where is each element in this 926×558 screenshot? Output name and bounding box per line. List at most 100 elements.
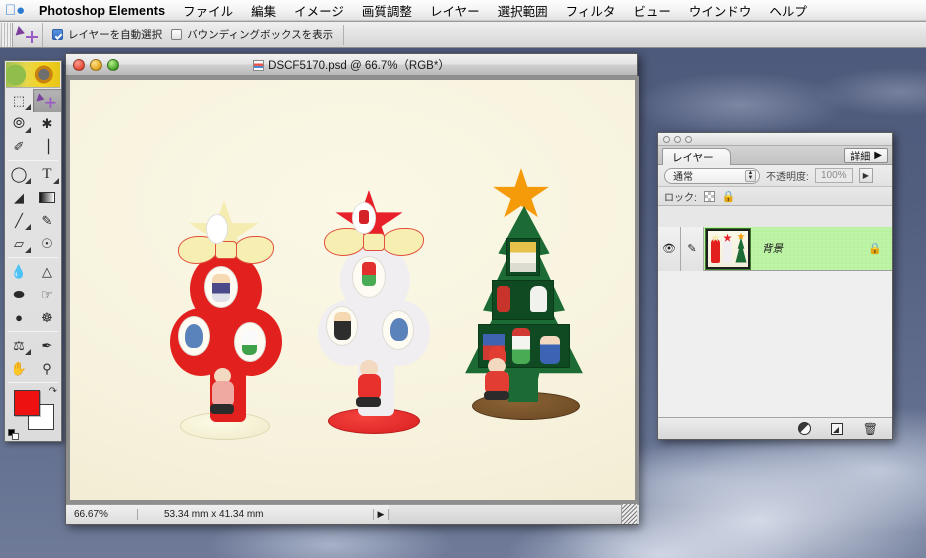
zoom-tool[interactable]: ⚲ bbox=[33, 357, 61, 380]
gradient-icon bbox=[39, 192, 55, 203]
green-tree-figure-d bbox=[512, 328, 530, 364]
green-tree-gift-stack bbox=[510, 242, 536, 272]
swap-colors-icon[interactable]: ↷ bbox=[49, 386, 57, 397]
palette-title-bar[interactable] bbox=[658, 133, 892, 146]
move-icon bbox=[36, 92, 57, 108]
palette-bottom-bar: 🗑 bbox=[658, 417, 892, 439]
marquee-tool[interactable]: ⬚ bbox=[5, 89, 33, 112]
menu-file[interactable]: ファイル bbox=[174, 1, 242, 20]
smudge-icon: ☞ bbox=[41, 287, 53, 302]
shape-tool[interactable]: ◯ bbox=[5, 163, 33, 186]
clone-stamp-icon: ⚖ bbox=[13, 338, 25, 353]
toolbox-divider-2 bbox=[8, 257, 58, 258]
clone-stamp-tool[interactable]: ⚖ bbox=[5, 334, 33, 357]
crop-tool[interactable]: ⎟ bbox=[33, 135, 61, 158]
paint-bucket-tool[interactable]: ◢ bbox=[5, 186, 33, 209]
palette-close-dot[interactable] bbox=[663, 135, 670, 143]
show-bounding-box-option[interactable]: バウンディングボックスを表示 bbox=[162, 27, 333, 42]
white-tree-ornament bbox=[306, 190, 446, 458]
white-tree-bow bbox=[324, 226, 424, 260]
menu-view[interactable]: ビュー bbox=[624, 1, 680, 20]
layers-list[interactable]: 👁 ✎ 背景 🔒 bbox=[658, 227, 892, 417]
menu-select[interactable]: 選択範囲 bbox=[489, 1, 557, 20]
palette-zoom-dot[interactable] bbox=[685, 135, 692, 143]
menu-filter[interactable]: フィルタ bbox=[557, 1, 625, 20]
image-canvas[interactable] bbox=[70, 80, 635, 500]
menu-window[interactable]: ウインドウ bbox=[680, 1, 761, 20]
menu-enhance[interactable]: 画質調整 bbox=[353, 1, 421, 20]
document-status-bar: 66.67% 53.34 mm x 41.34 mm ▶ bbox=[66, 504, 639, 524]
status-popup-arrow-icon[interactable]: ▶ bbox=[373, 509, 389, 520]
toolbox-grid-4: ⚖ ✒ ✋ ⚲ bbox=[5, 334, 61, 380]
eraser-tool[interactable]: ▱ bbox=[5, 232, 33, 255]
red-eye-tool[interactable]: ☉ bbox=[33, 232, 61, 255]
palette-more-button[interactable]: 詳細 ▶ bbox=[844, 148, 888, 163]
move-tool[interactable] bbox=[33, 89, 61, 112]
blur-tool[interactable]: 💧 bbox=[5, 260, 33, 283]
gradient-tool[interactable] bbox=[33, 186, 61, 209]
minimize-window-button[interactable] bbox=[90, 58, 102, 71]
lock-transparency-checker-icon[interactable] bbox=[703, 190, 715, 202]
foreground-color-swatch[interactable] bbox=[14, 390, 40, 416]
burn-tool[interactable]: ☸ bbox=[33, 306, 61, 329]
sponge-tool[interactable]: ⬬ bbox=[5, 283, 33, 306]
smudge-tool[interactable]: ☞ bbox=[33, 283, 61, 306]
auto-select-label: レイヤーを自動選択 bbox=[68, 29, 163, 41]
apple-logo-icon[interactable]: ● bbox=[0, 3, 30, 18]
toolbox-divider-4 bbox=[8, 382, 58, 383]
sharpen-tool[interactable]: △ bbox=[33, 260, 61, 283]
options-bar-grip[interactable] bbox=[1, 22, 13, 47]
menu-image[interactable]: イメージ bbox=[285, 1, 353, 20]
menu-layer[interactable]: レイヤー bbox=[421, 1, 489, 20]
tool-options-bar: レイヤーを自動選択 バウンディングボックスを表示 bbox=[0, 22, 926, 48]
blend-mode-stepper-icon[interactable]: ▲ ▼ bbox=[745, 169, 756, 182]
brush-tool[interactable]: ╱ bbox=[5, 209, 33, 232]
opacity-input[interactable]: 100% bbox=[814, 168, 853, 183]
palette-minimize-dot[interactable] bbox=[674, 135, 681, 143]
paintbrush-icon[interactable]: ✎ bbox=[681, 227, 704, 271]
red-eye-icon: ☉ bbox=[41, 236, 53, 251]
red-tree-santa-figure bbox=[210, 368, 236, 418]
default-colors-icon[interactable] bbox=[8, 429, 20, 441]
eyedropper-tool[interactable]: ✒ bbox=[33, 334, 61, 357]
trash-icon[interactable]: 🗑 bbox=[863, 422, 878, 436]
opacity-slider-arrow-icon[interactable]: ▶ bbox=[858, 168, 873, 183]
eye-icon[interactable]: 👁 bbox=[658, 227, 681, 271]
lasso-tool[interactable]: ⦾ bbox=[5, 112, 33, 135]
type-tool[interactable]: T bbox=[33, 163, 61, 186]
auto-select-layer-option[interactable]: レイヤーを自動選択 bbox=[43, 27, 162, 42]
dodge-tool[interactable]: ● bbox=[5, 306, 33, 329]
christmas-trees-thumbnail[interactable] bbox=[705, 227, 751, 270]
tab-layers[interactable]: レイヤー bbox=[662, 148, 731, 165]
opacity-label: 不透明度: bbox=[766, 172, 809, 183]
palette-tab-row: レイヤー 詳細 ▶ bbox=[658, 146, 892, 165]
green-tree-figure-b bbox=[530, 286, 547, 312]
app-name-menu[interactable]: Photoshop Elements bbox=[30, 4, 174, 18]
show-bounding-box-checkbox[interactable] bbox=[171, 29, 183, 40]
menu-edit[interactable]: 編集 bbox=[242, 1, 285, 20]
magic-wand-tool[interactable]: ✱ bbox=[33, 112, 61, 135]
window-resize-grip[interactable] bbox=[621, 504, 637, 524]
blend-mode-select[interactable]: 通常 ▲ ▼ bbox=[664, 167, 760, 184]
zoom-window-button[interactable] bbox=[107, 58, 119, 71]
close-window-button[interactable] bbox=[73, 58, 85, 71]
psd-document-icon bbox=[253, 59, 265, 71]
new-layer-button[interactable] bbox=[830, 422, 843, 435]
toolbox-divider-3 bbox=[8, 331, 58, 332]
hand-tool[interactable]: ✋ bbox=[5, 357, 33, 380]
status-zoom-level[interactable]: 66.67% bbox=[66, 509, 138, 520]
document-title-bar[interactable]: DSCF5170.psd @ 66.7%（RGB*） bbox=[66, 54, 637, 76]
lock-all-padlock-icon[interactable]: 🔒 bbox=[722, 190, 736, 203]
selection-brush-icon: ✐ bbox=[13, 139, 25, 154]
menu-bar: ● Photoshop Elements ファイル 編集 イメージ 画質調整 … bbox=[0, 0, 926, 22]
padlock-icon: 🔒 bbox=[868, 243, 882, 255]
selection-brush-tool[interactable]: ✐ bbox=[5, 135, 33, 158]
menu-help[interactable]: ヘルプ bbox=[760, 1, 816, 20]
red-tree-medallion-top bbox=[206, 214, 228, 244]
table-row[interactable]: 👁 ✎ 背景 🔒 bbox=[658, 227, 892, 271]
new-adjustment-layer-button[interactable] bbox=[797, 422, 811, 435]
layer-name[interactable]: 背景 bbox=[762, 241, 783, 256]
pencil-tool[interactable]: ✎ bbox=[33, 209, 61, 232]
auto-select-checkbox[interactable] bbox=[52, 29, 63, 40]
dodge-icon: ● bbox=[15, 310, 23, 325]
